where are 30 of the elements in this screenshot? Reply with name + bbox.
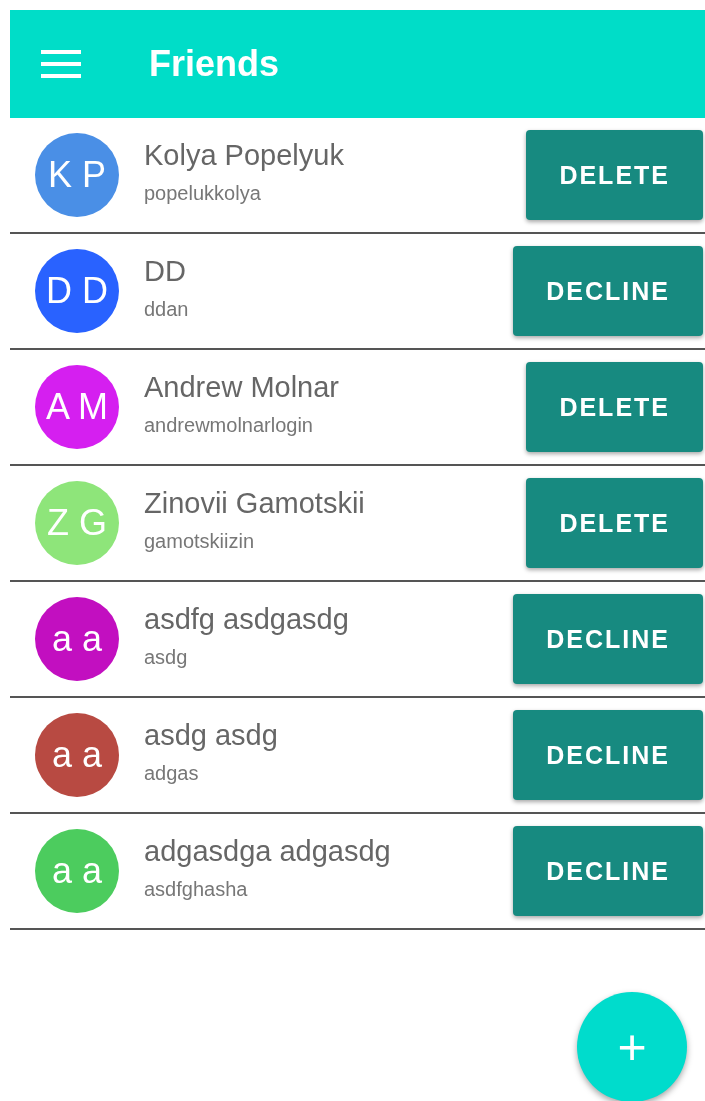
friend-login: gamotskiizin	[144, 530, 256, 553]
menu-icon[interactable]	[41, 50, 81, 78]
friend-login: ddan	[144, 298, 190, 321]
friend-name: asdfg asdgasdg	[144, 603, 350, 636]
friend-name: Zinovii Gamotskii	[144, 487, 366, 520]
action-button[interactable]: DECLINE	[513, 246, 703, 336]
friend-name: DD	[144, 255, 187, 288]
avatar: A M	[35, 365, 119, 449]
action-button[interactable]: DECLINE	[513, 826, 703, 916]
friend-login: popelukkolya	[144, 182, 262, 205]
action-button[interactable]: DELETE	[526, 478, 703, 568]
avatar: Z G	[35, 481, 119, 565]
friend-login: adgas	[144, 762, 200, 785]
friend-name: Kolya Popelyuk	[144, 139, 345, 172]
avatar: a a	[35, 597, 119, 681]
app-title: Friends	[149, 43, 280, 85]
avatar: a a	[35, 829, 119, 913]
action-button[interactable]: DECLINE	[513, 594, 703, 684]
friend-name: adgasdga adgasdg	[144, 835, 392, 868]
friend-login: asdg	[144, 646, 189, 669]
action-button[interactable]: DELETE	[526, 130, 703, 220]
friend-login: asdfghasha	[144, 878, 249, 901]
friend-name: asdg asdg	[144, 719, 279, 752]
action-button[interactable]: DECLINE	[513, 710, 703, 800]
friend-name: Andrew Molnar	[144, 371, 341, 404]
avatar: K P	[35, 133, 119, 217]
avatar: D D	[35, 249, 119, 333]
action-button[interactable]: DELETE	[526, 362, 703, 452]
avatar: a a	[35, 713, 119, 797]
friend-login: andrewmolnarlogin	[144, 414, 314, 437]
